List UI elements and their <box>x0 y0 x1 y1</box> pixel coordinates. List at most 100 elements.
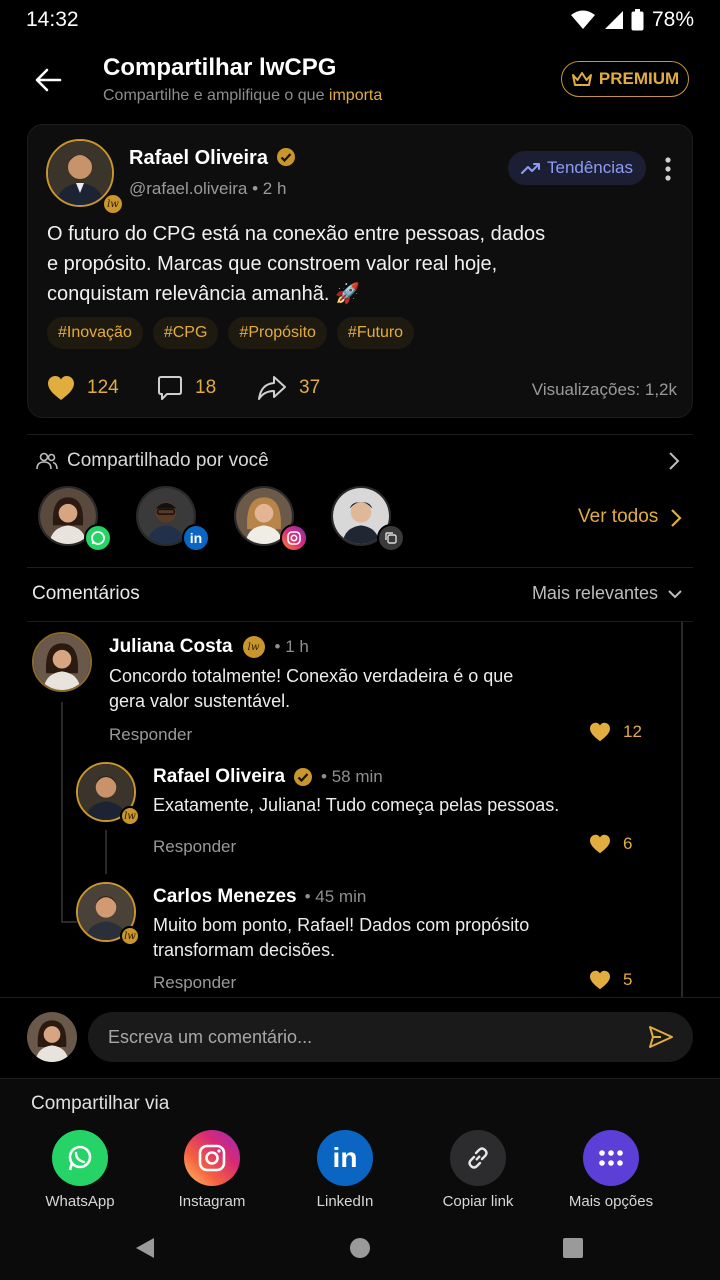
heart-icon <box>590 970 610 990</box>
shared-person-avatar[interactable]: in <box>136 486 210 552</box>
commenter-avatar[interactable]: lw <box>76 762 140 826</box>
commenter-name[interactable]: Juliana Costa <box>109 636 233 658</box>
share-button[interactable]: 37 <box>257 375 320 401</box>
nav-home-icon[interactable] <box>349 1237 371 1259</box>
author-avatar[interactable]: lw <box>46 139 124 215</box>
scrollbar[interactable] <box>681 622 683 998</box>
commenter-name[interactable]: Rafael Oliveira <box>153 766 285 788</box>
divider <box>27 567 693 568</box>
comment-icon <box>158 376 182 400</box>
trending-icon <box>520 163 540 174</box>
system-navigation <box>0 1234 720 1264</box>
commenter-name[interactable]: Carlos Menezes <box>153 886 297 908</box>
copy-link-button[interactable]: Copiar link <box>418 1130 538 1210</box>
nav-back-icon[interactable] <box>134 1236 156 1260</box>
send-icon[interactable] <box>648 1025 674 1049</box>
post-card: lw Rafael Oliveira @rafael.oliveira • 2 … <box>27 124 693 418</box>
whatsapp-icon <box>84 524 112 552</box>
chevron-right-icon[interactable] <box>667 451 681 471</box>
chevron-down-icon <box>668 589 682 598</box>
comment-text-line: Exatamente, Juliana! Tudo começa pelas p… <box>153 795 560 815</box>
hashtag-list: #Inovação #CPG #Propósito #Futuro <box>47 317 415 349</box>
app-label: Instagram <box>178 1193 246 1210</box>
post-time: • 2 h <box>252 179 287 198</box>
instagram-icon <box>184 1130 240 1186</box>
back-arrow-icon[interactable] <box>30 62 66 98</box>
app-label: Copiar link <box>442 1193 514 1210</box>
shared-person-avatar[interactable] <box>331 486 405 552</box>
shared-by-header[interactable]: Compartilhado por você <box>36 450 269 472</box>
comment-text: Concordo totalmente! Conexão verdadeira … <box>109 664 649 714</box>
comment-input[interactable] <box>88 1012 693 1062</box>
shared-person-avatar[interactable] <box>38 486 112 552</box>
views-count: Visualizações: 1,2k <box>531 380 677 399</box>
copy-icon <box>377 524 405 552</box>
more-options-icon[interactable] <box>661 155 675 183</box>
comment-like-button[interactable]: 5 <box>589 970 632 990</box>
people-icon <box>36 452 58 470</box>
commenter-avatar[interactable]: lw <box>76 882 140 946</box>
thread-line <box>61 702 63 922</box>
share-whatsapp-button[interactable]: WhatsApp <box>20 1130 140 1210</box>
commenter-avatar[interactable] <box>32 632 92 692</box>
comment-text-line: Muito bom ponto, Rafael! Dados com propó… <box>153 915 530 935</box>
share-arrow-icon <box>258 376 286 400</box>
post-stats: 124 18 37 Visualizações: 1,2k <box>47 375 677 407</box>
app-label: WhatsApp <box>45 1193 115 1210</box>
reply-button[interactable]: Responder <box>109 725 192 745</box>
share-count: 37 <box>299 377 321 398</box>
comment-like-button[interactable]: 12 <box>589 722 642 742</box>
hashtag[interactable]: #CPG <box>152 317 219 349</box>
reply-button[interactable]: Responder <box>153 973 236 993</box>
author-name[interactable]: Rafael Oliveira <box>129 147 268 169</box>
reply-button[interactable]: Responder <box>153 837 236 857</box>
heart-icon <box>590 834 610 854</box>
chevron-right-icon[interactable] <box>669 508 683 528</box>
sort-dropdown[interactable]: Mais relevantes <box>532 583 682 604</box>
status-bar: 14:32 78% <box>0 0 720 40</box>
premium-button[interactable]: PREMIUM <box>561 61 689 97</box>
share-linkedin-button[interactable]: in LinkedIn <box>285 1130 405 1210</box>
heart-icon <box>48 376 74 400</box>
like-button[interactable]: 124 <box>47 375 119 401</box>
verified-icon <box>277 148 296 166</box>
comment-text-line: gera valor sustentável. <box>109 691 291 711</box>
see-all-link[interactable]: Ver todos <box>578 506 658 528</box>
divider <box>27 434 693 435</box>
comment-text: Muito bom ponto, Rafael! Dados com propó… <box>153 913 653 963</box>
comments-title: Comentários <box>32 583 140 604</box>
linkedin-icon: in <box>182 524 210 552</box>
comment-button[interactable]: 18 <box>157 375 216 401</box>
shared-person-avatar[interactable] <box>234 486 308 552</box>
comment-time: • 45 min <box>304 887 367 906</box>
nav-recents-icon[interactable] <box>563 1238 583 1258</box>
share-instagram-button[interactable]: Instagram <box>152 1130 272 1210</box>
signal-icon <box>604 11 623 29</box>
comment-time: • 58 min <box>321 767 383 786</box>
divider <box>0 997 720 998</box>
premium-label: PREMIUM <box>598 69 680 88</box>
trending-chip[interactable]: Tendências <box>508 151 646 185</box>
linkedin-icon: in <box>317 1130 373 1186</box>
hashtag[interactable]: #Propósito <box>228 317 327 349</box>
header: Compartilhar lwCPG Compartilhe e amplifi… <box>0 44 720 120</box>
thread-line <box>105 830 107 874</box>
share-via-title: Compartilhar via <box>31 1093 170 1114</box>
current-user-avatar[interactable] <box>27 1012 77 1062</box>
see-all-label: Ver todos <box>578 506 659 527</box>
hashtag[interactable]: #Inovação <box>47 317 143 349</box>
wifi-icon <box>570 10 595 29</box>
heart-icon <box>590 722 610 742</box>
divider <box>27 621 693 622</box>
post-text-line: e propósito. Marcas que constroem valor … <box>47 253 498 275</box>
verified-icon <box>294 768 313 786</box>
apps-grid-icon <box>583 1130 639 1186</box>
subtitle-accent: importa <box>328 87 383 104</box>
more-share-options-button[interactable]: Mais opções <box>551 1130 671 1210</box>
post-text-line: O futuro do CPG está na conexão entre pe… <box>47 223 546 245</box>
comment-text: Exatamente, Juliana! Tudo começa pelas p… <box>153 793 653 818</box>
shared-by-title: Compartilhado por você <box>67 450 269 471</box>
hashtag[interactable]: #Futuro <box>336 317 415 349</box>
comment-like-button[interactable]: 6 <box>589 834 632 854</box>
whatsapp-icon <box>52 1130 108 1186</box>
